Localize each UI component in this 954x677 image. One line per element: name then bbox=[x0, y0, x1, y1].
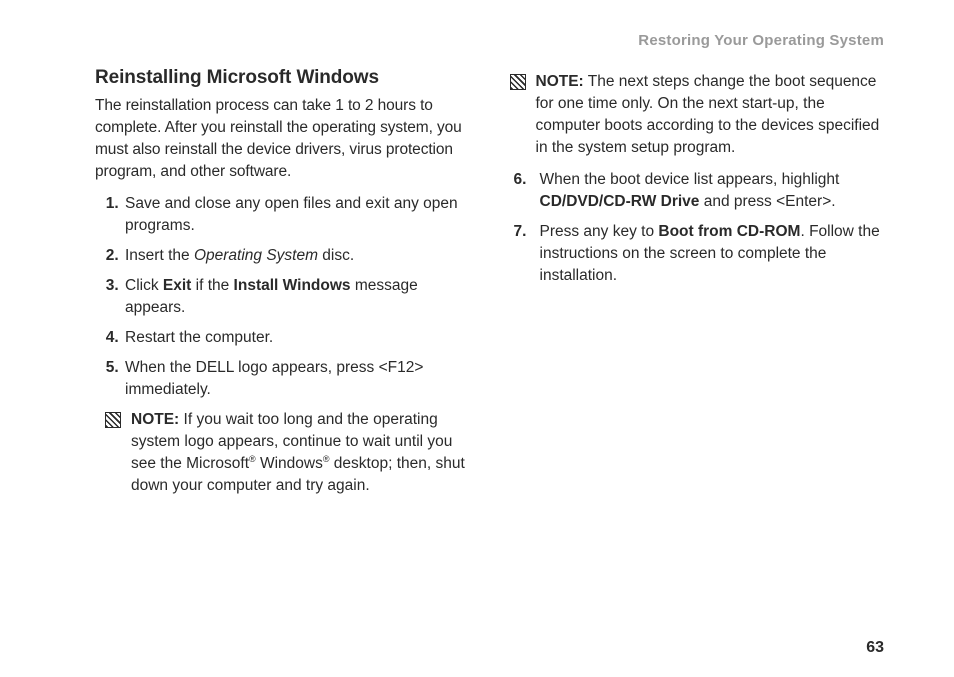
text: When the boot device list appears, highl… bbox=[540, 171, 840, 188]
ui-install-windows: Install Windows bbox=[234, 277, 351, 294]
step-list: Save and close any open files and exit a… bbox=[95, 193, 470, 401]
note-icon bbox=[510, 74, 526, 90]
text: if the bbox=[191, 277, 233, 294]
text: The next steps change the boot sequence … bbox=[536, 73, 880, 156]
section-heading: Reinstalling Microsoft Windows bbox=[95, 67, 470, 89]
step-7: Press any key to Boot from CD-ROM. Follo… bbox=[538, 221, 885, 287]
text: Press any key to bbox=[540, 223, 659, 240]
ui-exit: Exit bbox=[163, 277, 191, 294]
column-right: NOTE: The next steps change the boot seq… bbox=[510, 67, 885, 507]
step-6: When the boot device list appears, highl… bbox=[538, 169, 885, 213]
manual-page: Restoring Your Operating System Reinstal… bbox=[0, 0, 954, 677]
text: Click bbox=[125, 277, 163, 294]
page-number: 63 bbox=[866, 639, 884, 657]
intro-paragraph: The reinstallation process can take 1 to… bbox=[95, 95, 470, 183]
ui-boot-cdrom: Boot from CD-ROM bbox=[658, 223, 800, 240]
two-column-layout: Reinstalling Microsoft Windows The reins… bbox=[95, 67, 884, 507]
note-block: NOTE: If you wait too long and the opera… bbox=[105, 409, 470, 497]
step-4: Restart the computer. bbox=[123, 327, 470, 349]
step-2: Insert the Operating System disc. bbox=[123, 245, 470, 267]
step-5: When the DELL logo appears, press <F12> … bbox=[123, 357, 470, 401]
step-3: Click Exit if the Install Windows messag… bbox=[123, 275, 470, 319]
text: Insert the bbox=[125, 247, 194, 264]
note-block: NOTE: The next steps change the boot seq… bbox=[510, 71, 885, 159]
note-label: NOTE: bbox=[131, 411, 179, 428]
step-1: Save and close any open files and exit a… bbox=[123, 193, 470, 237]
text: disc. bbox=[318, 247, 354, 264]
note-text: NOTE: If you wait too long and the opera… bbox=[131, 409, 470, 497]
text: and press <Enter>. bbox=[699, 193, 835, 210]
text: Windows bbox=[256, 455, 323, 472]
running-head: Restoring Your Operating System bbox=[95, 32, 884, 49]
reg-mark: ® bbox=[323, 454, 330, 464]
step-list-continued: When the boot device list appears, highl… bbox=[510, 169, 885, 287]
disc-name: Operating System bbox=[194, 247, 318, 264]
column-left: Reinstalling Microsoft Windows The reins… bbox=[95, 67, 470, 507]
reg-mark: ® bbox=[249, 454, 256, 464]
note-text: NOTE: The next steps change the boot seq… bbox=[536, 71, 885, 159]
note-label: NOTE: bbox=[536, 73, 584, 90]
note-icon bbox=[105, 412, 121, 428]
ui-drive: CD/DVD/CD-RW Drive bbox=[540, 193, 700, 210]
